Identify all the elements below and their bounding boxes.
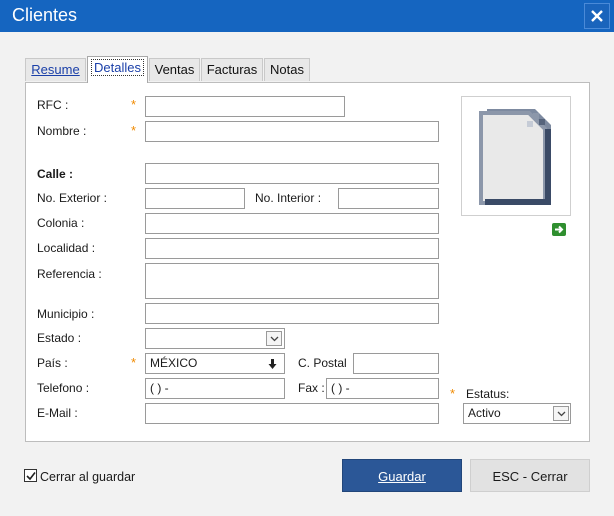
- cerrar-al-guardar-label[interactable]: Cerrar al guardar: [40, 470, 135, 484]
- cerrar-al-guardar-checkbox[interactable]: [24, 469, 37, 482]
- checkmark-icon: [26, 472, 36, 481]
- tab-detalles[interactable]: Detalles: [87, 56, 148, 83]
- tab-notas[interactable]: Notas: [264, 58, 310, 81]
- arrow-down-icon[interactable]: [268, 359, 277, 370]
- guardar-button-label: Guardar: [378, 469, 426, 484]
- email-label: E-Mail :: [37, 406, 78, 420]
- pais-select[interactable]: MÉXICO: [145, 353, 285, 374]
- chevron-down-icon: [270, 336, 279, 342]
- c-postal-label: C. Postal: [298, 356, 347, 370]
- esc-cerrar-button-label: ESC - Cerrar: [492, 469, 568, 484]
- green-arrow-icon[interactable]: [552, 223, 566, 236]
- photo-frame[interactable]: [461, 96, 571, 216]
- localidad-input[interactable]: [145, 238, 439, 259]
- close-icon: [591, 10, 603, 22]
- telefono-label: Telefono :: [37, 381, 90, 395]
- fax-input[interactable]: ( ) -: [326, 378, 439, 399]
- email-input[interactable]: [145, 403, 439, 424]
- estatus-dropdown-button[interactable]: [553, 406, 569, 421]
- referencia-label: Referencia :: [37, 267, 102, 281]
- tab-resume[interactable]: Resume: [25, 58, 86, 81]
- estatus-label: Estatus:: [466, 387, 510, 401]
- colonia-input[interactable]: [145, 213, 439, 234]
- nombre-input[interactable]: [145, 121, 439, 142]
- chevron-down-icon: [557, 411, 566, 417]
- referencia-input[interactable]: [145, 263, 439, 299]
- tab-ventas[interactable]: Ventas: [149, 58, 200, 81]
- estado-label: Estado :: [37, 331, 82, 345]
- c-postal-input[interactable]: [353, 353, 439, 374]
- estado-dropdown-button[interactable]: [266, 331, 282, 346]
- guardar-button[interactable]: Guardar: [342, 459, 462, 492]
- tab-label: Ventas: [154, 62, 195, 77]
- no-exterior-input[interactable]: [145, 188, 245, 209]
- estado-select[interactable]: [145, 328, 285, 349]
- tab-label: Detalles: [91, 59, 144, 76]
- tab-label: Notas: [270, 62, 304, 77]
- no-interior-input[interactable]: [338, 188, 439, 209]
- municipio-label: Municipio :: [37, 307, 95, 321]
- localidad-label: Localidad :: [37, 241, 96, 255]
- no-interior-label: No. Interior :: [255, 191, 322, 205]
- rfc-label: RFC :: [37, 98, 69, 112]
- document-placeholder-icon: [479, 109, 551, 205]
- tab-label: Resume: [31, 62, 80, 77]
- tab-label: Facturas: [206, 62, 258, 77]
- tab-facturas[interactable]: Facturas: [201, 58, 263, 81]
- esc-cerrar-button[interactable]: ESC - Cerrar: [470, 459, 590, 492]
- pais-label: País :: [37, 356, 68, 370]
- required-mark: *: [450, 386, 456, 401]
- required-mark: *: [131, 355, 137, 370]
- title-bar: Clientes: [0, 0, 614, 32]
- no-exterior-label: No. Exterior :: [37, 191, 108, 205]
- telefono-input[interactable]: ( ) -: [145, 378, 285, 399]
- fax-label: Fax :: [298, 381, 325, 395]
- required-mark: *: [131, 97, 137, 112]
- calle-label: Calle :: [37, 167, 74, 181]
- required-mark: *: [131, 123, 137, 138]
- municipio-input[interactable]: [145, 303, 439, 324]
- nombre-label: Nombre :: [37, 124, 87, 138]
- calle-input[interactable]: [145, 163, 439, 184]
- close-button[interactable]: [584, 3, 610, 29]
- window-title: Clientes: [12, 5, 78, 25]
- colonia-label: Colonia :: [37, 216, 85, 230]
- rfc-input[interactable]: [145, 96, 345, 117]
